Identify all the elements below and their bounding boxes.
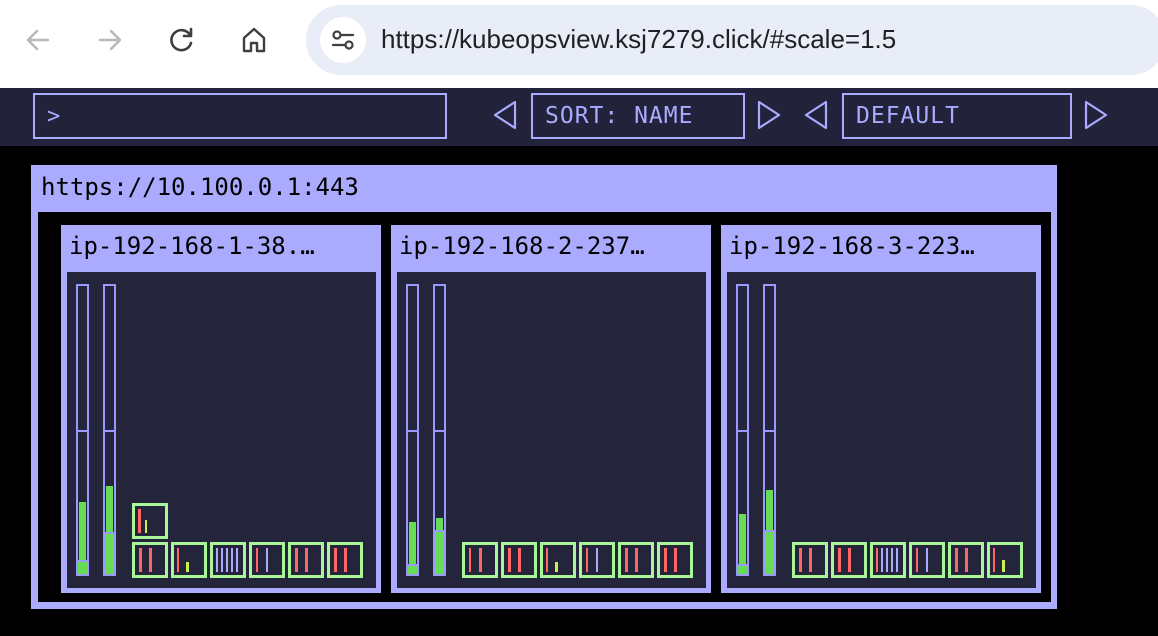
filter-input[interactable] (33, 93, 447, 139)
app-toolbar: SORT: NAME DEFAULT (0, 88, 1158, 146)
pod[interactable] (870, 542, 906, 578)
node-name: ip-192-168-1-38.… (69, 232, 315, 260)
theme-next-icon[interactable] (1083, 100, 1109, 130)
reload-icon[interactable] (162, 20, 202, 60)
memory-usage-bar (763, 284, 776, 576)
node-name: ip-192-168-2-237… (399, 232, 645, 260)
pod[interactable] (171, 542, 207, 578)
pod[interactable] (657, 542, 693, 578)
memory-usage-bar (103, 284, 116, 576)
address-bar[interactable]: https://kubeopsview.ksj7279.click/#scale… (306, 5, 1158, 75)
node-name: ip-192-168-3-223… (729, 232, 975, 260)
pod[interactable] (132, 503, 168, 539)
node-card[interactable]: ip-192-168-3-223… (721, 225, 1041, 593)
cpu-usage-bar (736, 284, 749, 576)
site-info-icon[interactable] (320, 17, 366, 63)
pod[interactable] (210, 542, 246, 578)
memory-usage-bar (433, 284, 446, 576)
browser-toolbar: https://kubeopsview.ksj7279.click/#scale… (0, 0, 1158, 88)
sort-prev-icon[interactable] (492, 100, 518, 130)
pod[interactable] (792, 542, 828, 578)
forward-arrow-icon[interactable] (90, 20, 130, 60)
sort-next-icon[interactable] (756, 100, 782, 130)
pod[interactable] (831, 542, 867, 578)
pod[interactable] (987, 542, 1023, 578)
node-body (727, 272, 1036, 588)
sort-selector[interactable]: SORT: NAME (531, 93, 745, 139)
node-body (397, 272, 706, 588)
url-text[interactable]: https://kubeopsview.ksj7279.click/#scale… (381, 24, 896, 55)
cpu-usage-bar (406, 284, 419, 576)
pod[interactable] (909, 542, 945, 578)
node-body (67, 272, 376, 588)
pod[interactable] (579, 542, 615, 578)
theme-selector[interactable]: DEFAULT (842, 93, 1072, 139)
cpu-usage-bar (76, 284, 89, 576)
back-arrow-icon[interactable] (18, 20, 58, 60)
pod[interactable] (327, 542, 363, 578)
pod[interactable] (501, 542, 537, 578)
cluster-api-url: https://10.100.0.1:443 (41, 173, 359, 201)
pod[interactable] (948, 542, 984, 578)
pod[interactable] (618, 542, 654, 578)
cluster-box: https://10.100.0.1:443 ip-192-168-1-38.…… (31, 165, 1057, 609)
pod[interactable] (540, 542, 576, 578)
pod[interactable] (462, 542, 498, 578)
theme-prev-icon[interactable] (803, 100, 829, 130)
pod[interactable] (249, 542, 285, 578)
pod[interactable] (288, 542, 324, 578)
home-icon[interactable] (234, 20, 274, 60)
pod[interactable] (132, 542, 168, 578)
node-card[interactable]: ip-192-168-1-38.… (61, 225, 381, 593)
node-card[interactable]: ip-192-168-2-237… (391, 225, 711, 593)
